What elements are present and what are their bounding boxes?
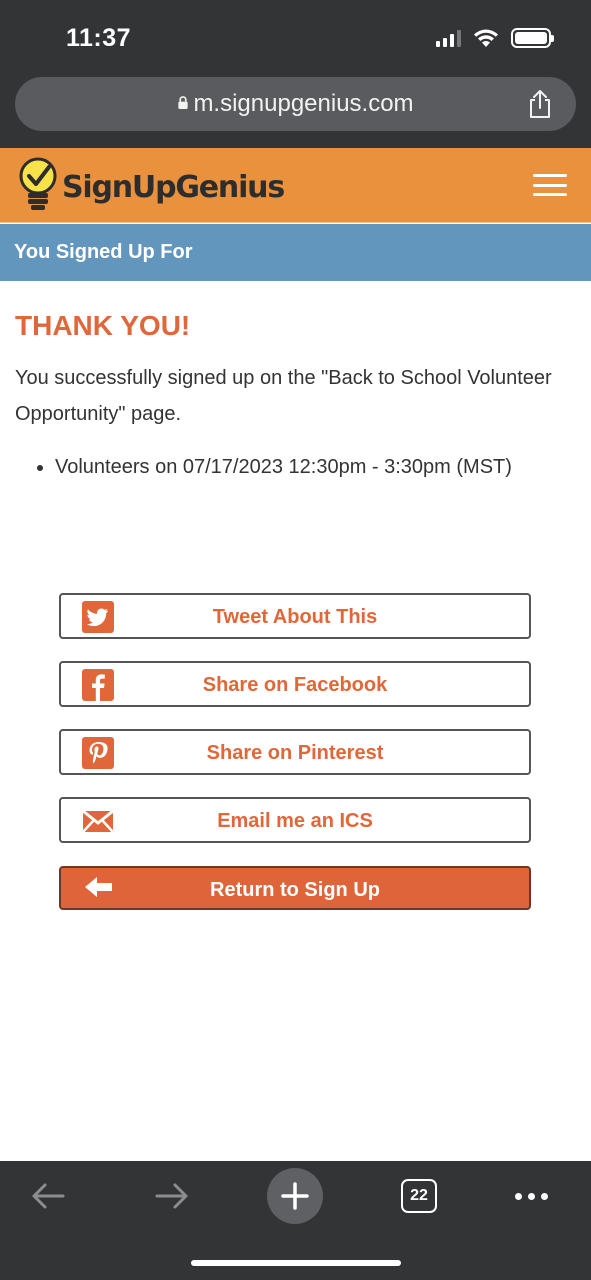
facebook-share-button[interactable]: Share on Facebook [59, 661, 531, 707]
signupgenius-logo[interactable]: SignUpGenius [16, 156, 285, 212]
cellular-signal-icon [436, 29, 461, 47]
pinterest-share-button[interactable]: Share on Pinterest [59, 729, 531, 775]
return-button-label: Return to Sign Up [210, 879, 380, 901]
plus-icon [267, 1168, 323, 1224]
forward-arrow-icon [155, 1183, 188, 1209]
back-arrow-icon [32, 1183, 65, 1209]
battery-icon [511, 28, 554, 48]
more-icon [514, 1192, 548, 1200]
more-menu-button[interactable] [511, 1167, 551, 1225]
address-bar[interactable]: m.signupgenius.com [15, 77, 576, 131]
menu-icon[interactable] [533, 174, 567, 196]
pinterest-button-label: Share on Pinterest [206, 742, 384, 764]
url-display[interactable]: m.signupgenius.com [15, 90, 576, 118]
browser-top-chrome: 11:37 m.signupgenius.com [0, 0, 591, 148]
section-title: You Signed Up For [0, 224, 591, 281]
status-icons [436, 28, 554, 48]
lock-icon [178, 96, 189, 110]
facebook-button-label: Share on Facebook [202, 674, 388, 696]
email-ics-button-label: Email me an ICS [217, 810, 373, 832]
confirmation-content: THANK YOU! You successfully signed up on… [15, 310, 575, 479]
url-text: m.signupgenius.com [193, 90, 414, 117]
site-header: SignUpGenius [0, 148, 591, 223]
new-tab-button[interactable] [267, 1167, 323, 1225]
thank-you-heading: THANK YOU! [15, 310, 191, 341]
back-button[interactable] [28, 1167, 68, 1225]
tweet-button-label: Tweet About This [212, 606, 378, 628]
forward-button[interactable] [152, 1167, 192, 1225]
wifi-icon [474, 29, 498, 47]
signup-slot-list: Volunteers on 07/17/2023 12:30pm - 3:30p… [15, 456, 575, 479]
tab-switcher-button[interactable]: 22 [399, 1167, 439, 1225]
home-indicator [191, 1260, 401, 1266]
email-ics-button[interactable]: Email me an ICS [59, 797, 531, 843]
confirmation-message: You successfully signed up on the "Back … [15, 367, 552, 425]
status-time: 11:37 [66, 24, 132, 52]
lightbulb-logo-icon [19, 157, 57, 210]
logo-text: SignUpGenius [62, 169, 285, 205]
tab-count: 22 [401, 1179, 437, 1213]
share-icon[interactable] [526, 89, 554, 119]
signup-slot-item: Volunteers on 07/17/2023 12:30pm - 3:30p… [55, 456, 575, 479]
tweet-button[interactable]: Tweet About This [59, 593, 531, 639]
return-to-signup-button[interactable]: Return to Sign Up [59, 866, 531, 910]
